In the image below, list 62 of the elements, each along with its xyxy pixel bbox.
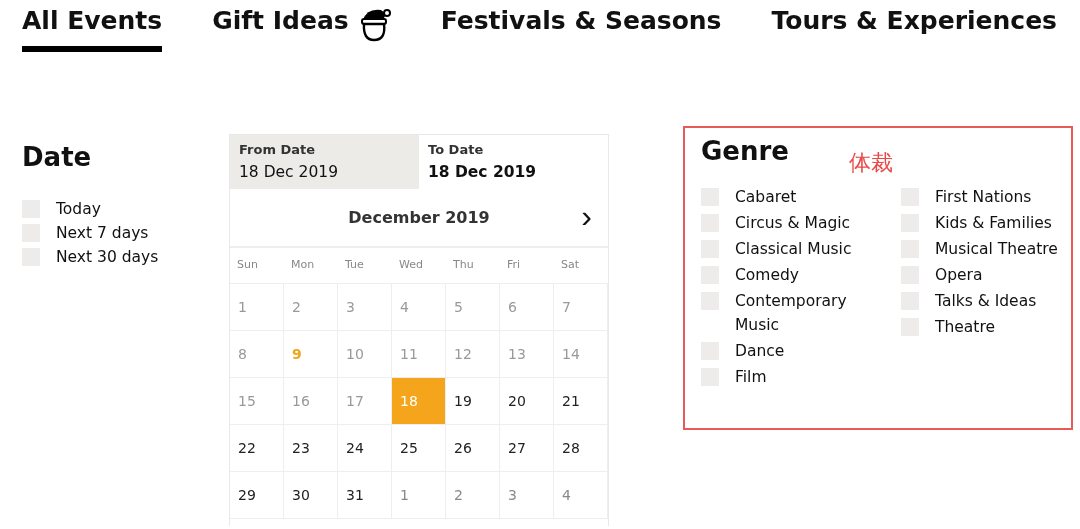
annotation-text: 体裁 xyxy=(849,149,893,177)
month-title: December 2019 xyxy=(348,208,490,227)
calendar-day[interactable]: 3 xyxy=(500,472,554,519)
calendar-day[interactable]: 2 xyxy=(446,472,500,519)
option-label: Today xyxy=(56,199,102,220)
calendar-day[interactable]: 18 xyxy=(392,378,446,425)
calendar-day[interactable]: 15 xyxy=(230,378,284,425)
option-label: Theatre xyxy=(935,317,996,338)
option-label: Next 30 days xyxy=(56,247,160,268)
nav-tab[interactable]: All Events xyxy=(22,4,163,52)
calendar-day[interactable]: 11 xyxy=(392,331,446,378)
option-label: Film xyxy=(735,367,768,388)
option-label: Next 7 days xyxy=(56,223,150,244)
calendar-day[interactable]: 30 xyxy=(284,472,338,519)
calendar-day[interactable]: 8 xyxy=(230,331,284,378)
option-label: Circus & Magic xyxy=(735,213,852,234)
calendar-day[interactable]: 29 xyxy=(230,472,284,519)
option-label: Talks & Ideas xyxy=(935,291,1038,312)
calendar-day[interactable]: 24 xyxy=(338,425,392,472)
calendar-day[interactable]: 19 xyxy=(446,378,500,425)
option-label: Comedy xyxy=(735,265,800,286)
option-label: Musical Theatre xyxy=(935,239,1059,260)
date-field[interactable]: From Date 18 Dec 2019 xyxy=(230,135,419,189)
calendar-day[interactable]: 31 xyxy=(338,472,392,519)
calendar-day[interactable]: 3 xyxy=(338,284,392,331)
calendar-day[interactable]: 27 xyxy=(500,425,554,472)
calendar-day[interactable]: 4 xyxy=(392,284,446,331)
calendar-day[interactable]: 6 xyxy=(500,284,554,331)
calendar-day[interactable]: 14 xyxy=(554,331,608,378)
nav-tab[interactable]: Festivals & Seasons xyxy=(440,4,722,52)
option-label: Cabaret xyxy=(735,187,798,208)
calendar-day[interactable]: 20 xyxy=(500,378,554,425)
option-label: Kids & Families xyxy=(935,213,1053,234)
nav-tab[interactable]: Tours & Experiences xyxy=(771,4,1057,52)
section-title: Genre xyxy=(701,136,789,166)
calendar-day[interactable]: 21 xyxy=(554,378,608,425)
calendar-day[interactable]: 22 xyxy=(230,425,284,472)
option-label: Classical Music xyxy=(735,239,853,260)
option-label: Contemporary Music xyxy=(735,291,848,336)
option-label: First Nations xyxy=(935,187,1033,208)
calendar-day[interactable]: 1 xyxy=(392,472,446,519)
calendar-day[interactable]: 2 xyxy=(284,284,338,331)
next-month-button[interactable]: › xyxy=(577,203,596,229)
option-label: Opera xyxy=(935,265,984,286)
calendar-day[interactable]: 17 xyxy=(338,378,392,425)
calendar-day[interactable]: 10 xyxy=(338,331,392,378)
option-label: Dance xyxy=(735,341,786,362)
santa-icon xyxy=(358,6,391,42)
calendar-day[interactable]: 25 xyxy=(392,425,446,472)
section-title: Date xyxy=(22,142,92,172)
calendar-day[interactable]: 13 xyxy=(500,331,554,378)
calendar-day[interactable]: 7 xyxy=(554,284,608,331)
calendar-day[interactable]: 28 xyxy=(554,425,608,472)
calendar-day[interactable]: 5 xyxy=(446,284,500,331)
calendar-day[interactable]: 1 xyxy=(230,284,284,331)
calendar-day[interactable]: 4 xyxy=(554,472,608,519)
calendar-day[interactable]: 16 xyxy=(284,378,338,425)
calendar-day[interactable]: 12 xyxy=(446,331,500,378)
calendar-day[interactable]: 26 xyxy=(446,425,500,472)
calendar-day[interactable]: 23 xyxy=(284,425,338,472)
nav-tab[interactable]: Gift Ideas xyxy=(212,4,391,52)
calendar-day[interactable]: 9 xyxy=(284,331,338,378)
